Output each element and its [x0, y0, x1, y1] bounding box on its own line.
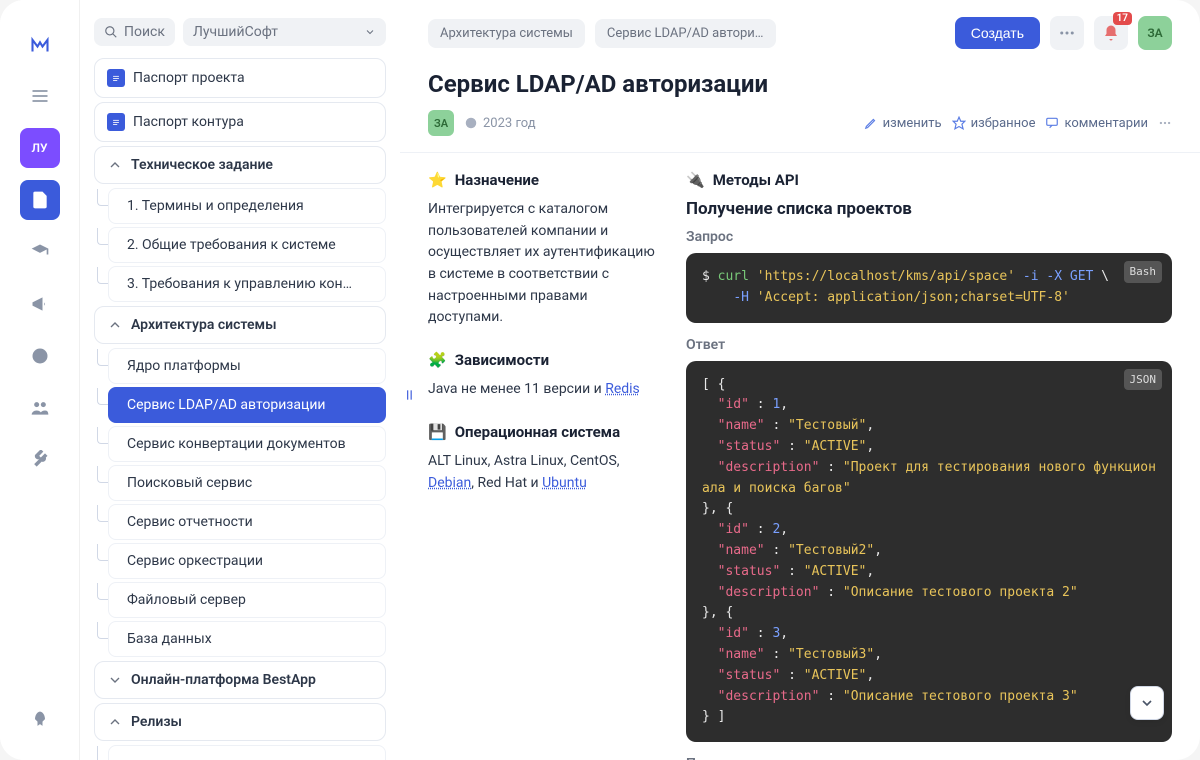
code-block-request[interactable]: Bash $ curl 'https://localhost/kms/api/s…: [686, 253, 1172, 323]
os-link-debian[interactable]: Debian: [428, 475, 471, 491]
deps-link-redis[interactable]: Redis: [605, 381, 640, 397]
disk-icon: 💾: [428, 423, 447, 441]
page-content: ⭐Назначение Интегрируется с каталогом по…: [400, 153, 1200, 760]
sidebar-item[interactable]: Сервис LDAP/AD авторизации: [108, 387, 386, 423]
os-link-ubuntu[interactable]: Ubuntu: [542, 475, 587, 491]
sidebar-collapse-handle[interactable]: [400, 380, 420, 410]
rail-learning-icon[interactable]: [20, 232, 60, 272]
sidebar: Поиск ЛучшийСофт Паспорт проектаПаспорт …: [80, 0, 400, 760]
chevron-down-icon: [364, 26, 376, 38]
sidebar-section[interactable]: Онлайн-платформа BestApp: [94, 661, 386, 699]
nav-rail: ЛУ: [0, 0, 80, 760]
section-purpose-body: Интегрируется с каталогом пользователей …: [428, 199, 658, 329]
comments-action[interactable]: комментарии: [1045, 116, 1148, 131]
api-subhead: Получение списка проектов: [686, 199, 1172, 219]
section-deps-head: 🧩Зависимости: [428, 351, 658, 369]
code-block-response[interactable]: JSON [ { "id" : 1, "name" : "Тестовый", …: [686, 361, 1172, 743]
chevron-up-icon: [107, 157, 123, 173]
code-lang-badge: JSON: [1124, 369, 1163, 391]
chevron-up-icon: [107, 317, 123, 333]
breadcrumb[interactable]: Сервис LDAP/AD автори…: [595, 19, 776, 48]
star-icon: ⭐: [428, 171, 447, 189]
rail-rocket-icon[interactable]: [20, 700, 60, 740]
rail-menu-icon[interactable]: [20, 76, 60, 116]
nav-tree: Паспорт проектаПаспорт контура Техническо…: [90, 54, 390, 760]
rail-documents-icon[interactable]: [20, 180, 60, 220]
plug-icon: 🔌: [686, 171, 705, 189]
main-area: Архитектура системы Сервис LDAP/AD автор…: [400, 0, 1200, 760]
sidebar-item[interactable]: Сервис конвертации документов: [108, 426, 386, 462]
sidebar-item[interactable]: Файловый сервер: [108, 582, 386, 618]
section-os-head: 💾Операционная система: [428, 423, 658, 441]
author-avatar[interactable]: ЗА: [428, 110, 454, 136]
scroll-down-button[interactable]: [1130, 686, 1164, 720]
notification-badge: 17: [1113, 12, 1132, 25]
more-icon[interactable]: [1050, 16, 1084, 50]
org-selector[interactable]: ЛучшийСофт: [183, 18, 386, 46]
sidebar-item[interactable]: Паспорт контура: [94, 102, 386, 142]
code-lang-badge: Bash: [1124, 261, 1163, 283]
code-content: [ { "id" : 1, "name" : "Тестовый", "stat…: [702, 375, 1156, 729]
comment-icon: [1045, 116, 1059, 130]
sidebar-section[interactable]: Архитектура системы: [94, 306, 386, 344]
create-button[interactable]: Создать: [955, 17, 1040, 49]
search-input[interactable]: Поиск: [94, 18, 175, 46]
user-avatar[interactable]: ЗА: [1138, 16, 1172, 50]
puzzle-icon: 🧩: [428, 351, 447, 369]
sidebar-item[interactable]: Поисковый сервис: [108, 465, 386, 501]
app-logo[interactable]: [20, 24, 60, 64]
sidebar-item[interactable]: 3. Требования к управлению кон…: [108, 266, 386, 302]
sidebar-section[interactable]: Техническое задание: [94, 146, 386, 184]
section-os-body: ALT Linux, Astra Linux, CentOS, Debian, …: [428, 451, 658, 494]
breadcrumb[interactable]: Архитектура системы: [428, 19, 585, 48]
fields-label: Поля ответа: [686, 756, 1172, 760]
topbar: Архитектура системы Сервис LDAP/AD автор…: [400, 0, 1200, 58]
request-label: Запрос: [686, 229, 1172, 245]
response-label: Ответ: [686, 337, 1172, 353]
sidebar-item[interactable]: Паспорт проекта: [94, 58, 386, 98]
document-icon: [107, 113, 125, 131]
pencil-icon: [864, 116, 878, 130]
page-title: Сервис LDAP/AD авторизации: [428, 70, 1172, 98]
sidebar-section[interactable]: Релизы: [94, 703, 386, 741]
sidebar-item[interactable]: Сервис отчетности: [108, 504, 386, 540]
sidebar-item[interactable]: Сервис оркестрации: [108, 543, 386, 579]
page-more-icon[interactable]: [1158, 116, 1172, 130]
rail-announce-icon[interactable]: [20, 284, 60, 324]
sidebar-item[interactable]: Ядро платформы: [108, 348, 386, 384]
sidebar-item[interactable]: 2. Общие требования к системе: [108, 227, 386, 263]
rail-settings-icon[interactable]: [20, 440, 60, 480]
chevron-up-icon: [107, 714, 123, 730]
rail-org-avatar[interactable]: ЛУ: [20, 128, 60, 168]
chevron-down-icon: [107, 672, 123, 688]
year-label: 2023 год: [464, 116, 536, 131]
rail-users-icon[interactable]: [20, 388, 60, 428]
chevron-up-icon: [119, 755, 314, 760]
sidebar-item[interactable]: 1. Термины и определения: [108, 188, 386, 224]
clock-icon: [464, 116, 478, 130]
rail-chart-icon[interactable]: [20, 336, 60, 376]
favorite-action[interactable]: избранное: [952, 116, 1036, 131]
search-label: Поиск: [124, 24, 165, 40]
org-label: ЛучшийСофт: [193, 24, 278, 40]
chevron-down-icon: [1139, 695, 1155, 711]
document-icon: [107, 69, 125, 87]
notifications-icon[interactable]: 17: [1094, 16, 1128, 50]
page-header: Сервис LDAP/AD авторизации ЗА 2023 год и…: [400, 58, 1200, 153]
section-deps-body: Java не менее 11 версии и Redis: [428, 379, 658, 401]
star-icon: [952, 116, 966, 130]
sidebar-item[interactable]: База данных: [108, 621, 386, 657]
section-purpose-head: ⭐Назначение: [428, 171, 658, 189]
sidebar-section[interactable]: Релиз v1.4: [108, 745, 386, 760]
code-content: $ curl 'https://localhost/kms/api/space'…: [702, 267, 1156, 309]
edit-action[interactable]: изменить: [864, 116, 942, 131]
section-api-head: 🔌Методы API: [686, 171, 1172, 189]
